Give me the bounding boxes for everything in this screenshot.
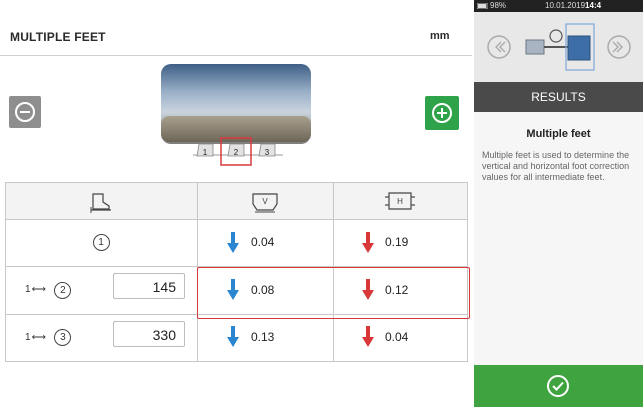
horizontal-view-icon: H (385, 192, 415, 210)
column-header-vertical: V (197, 182, 333, 219)
column-header-distance (5, 182, 197, 219)
arrow-down-icon (362, 326, 374, 347)
selected-row-highlight (197, 267, 470, 319)
chevron-left-icon (487, 35, 511, 59)
plus-circle-icon (432, 103, 452, 123)
column-header-horizontal: H (333, 182, 468, 219)
status-datetime: 10.01.201914:4 (545, 1, 601, 10)
table-row: 1⟷ 3 330 0.13 0.04 (5, 314, 468, 361)
vertical-value: 0.13 (251, 330, 275, 344)
svg-text:H: H (397, 197, 403, 206)
unit-label: mm (430, 30, 450, 42)
main-panel: MULTIPLE FEET mm 1 2 3 V H 1 0.04 0.19 1… (0, 0, 472, 407)
check-circle-icon (547, 375, 569, 397)
machine-train-icon (525, 23, 595, 71)
foot-3[interactable]: 3 (258, 143, 276, 157)
foot-distance-input[interactable]: 330 (113, 321, 185, 347)
chevron-right-icon (607, 35, 631, 59)
foot-distance-icon (90, 193, 111, 213)
arrow-down-icon (227, 326, 239, 347)
table-row: 1 0.04 0.19 (5, 219, 468, 266)
help-description: Multiple feet is used to determine the v… (482, 150, 630, 182)
title-divider (0, 55, 472, 56)
foot-label-3: 3 (265, 148, 270, 157)
page-title: MULTIPLE FEET (10, 30, 106, 44)
status-date: 10.01.2019 (545, 1, 586, 10)
foot-1[interactable]: 1 (196, 143, 214, 157)
vertical-value: 0.04 (251, 235, 275, 249)
foot-prefix: 1 (25, 284, 31, 295)
remove-foot-button[interactable] (9, 96, 41, 128)
confirm-button[interactable] (474, 365, 643, 407)
horizontal-value: 0.04 (385, 330, 409, 344)
foot-prefix: 1 (25, 332, 31, 344)
foot-label-2: 2 (234, 148, 239, 157)
status-time: 14:4 (585, 1, 602, 10)
help-heading: Multiple feet (526, 128, 591, 140)
results-tab[interactable]: RESULTS (474, 82, 643, 112)
navigation-strip (474, 12, 643, 82)
sidebar: 98% 10.01.201914:4 RESULTS Multiple feet… (474, 0, 643, 407)
foot-distance-input[interactable]: 145 (113, 273, 185, 299)
next-button[interactable] (606, 34, 632, 60)
previous-button[interactable] (486, 34, 512, 60)
foot-index: 1 (92, 234, 110, 252)
battery-icon (477, 3, 488, 9)
foot-index: 2 (54, 281, 72, 299)
add-foot-button[interactable] (425, 96, 459, 130)
arrow-down-icon (227, 232, 239, 253)
foot-label-1: 1 (203, 148, 208, 157)
horizontal-value: 0.19 (385, 235, 409, 249)
foot-index: 3 (54, 329, 72, 347)
machine-illustration: 1 2 3 (155, 62, 315, 172)
vertical-view-icon: V (252, 193, 278, 213)
battery-level: 98% (490, 1, 507, 10)
foot-2[interactable]: 2 (227, 143, 245, 157)
machine-train-thumbnail[interactable] (518, 22, 600, 72)
minus-circle-icon (15, 102, 35, 122)
svg-text:V: V (262, 197, 268, 206)
status-bar: 98% 10.01.201914:4 (474, 0, 643, 12)
arrow-down-icon (362, 232, 374, 253)
